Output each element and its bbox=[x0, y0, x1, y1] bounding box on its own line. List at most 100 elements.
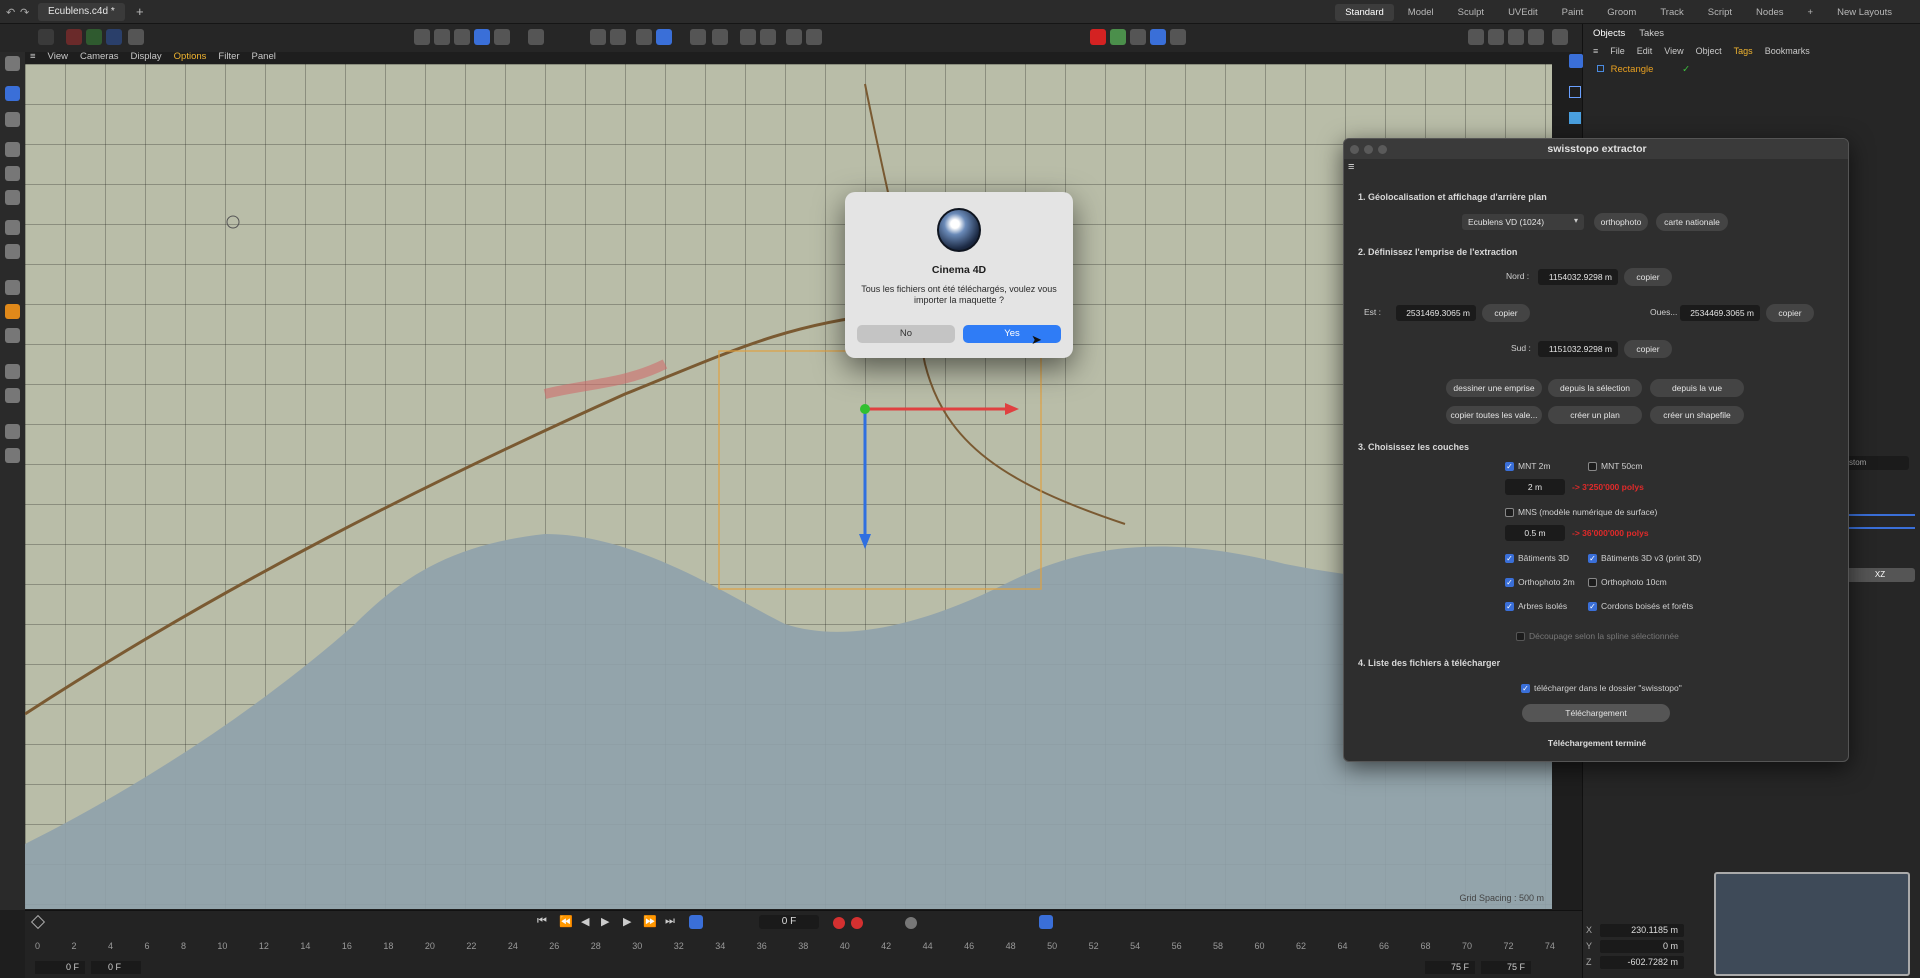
loop-icon[interactable] bbox=[689, 915, 703, 929]
preview-end-field[interactable]: 75 F bbox=[1425, 961, 1475, 974]
preview-start-field[interactable]: 0 F bbox=[91, 961, 141, 974]
axis-x-icon[interactable] bbox=[66, 29, 82, 45]
copier-ouest-button[interactable]: copier bbox=[1766, 304, 1814, 322]
measure-tool-icon[interactable] bbox=[5, 424, 20, 439]
coord-y-field[interactable]: 0 m bbox=[1600, 939, 1684, 953]
objects-menu-bookmarks[interactable]: Bookmarks bbox=[1765, 46, 1810, 56]
search-icon[interactable] bbox=[5, 56, 20, 71]
layout-tab-model[interactable]: Model bbox=[1398, 4, 1444, 21]
3d-viewport[interactable]: Grid Spacing : 500 m bbox=[25, 64, 1552, 909]
brush-tool-icon[interactable] bbox=[5, 388, 20, 403]
depuis-vue-button[interactable]: depuis la vue bbox=[1650, 379, 1744, 397]
render-region-icon[interactable] bbox=[690, 29, 706, 45]
symmetry-icon[interactable] bbox=[740, 29, 756, 45]
auto-keying-icon[interactable] bbox=[851, 917, 863, 929]
layout-tab-script[interactable]: Script bbox=[1698, 4, 1742, 21]
axis-mode-icon[interactable] bbox=[528, 29, 544, 45]
mnt-resolution-field[interactable]: 2 m bbox=[1505, 479, 1565, 495]
rotate-tool-icon[interactable] bbox=[5, 166, 20, 181]
objects-menu-edit[interactable]: Edit bbox=[1637, 46, 1653, 56]
magnet-tool-icon[interactable] bbox=[5, 448, 20, 463]
attribute-mode-select[interactable]: stom bbox=[1845, 456, 1909, 470]
render-view-icon[interactable] bbox=[712, 29, 728, 45]
sud-field[interactable]: 1151032.9298 m bbox=[1538, 341, 1618, 357]
grid-icon[interactable] bbox=[636, 29, 652, 45]
viewport-menu-filter[interactable]: Filter bbox=[218, 51, 239, 62]
render-settings-icon[interactable] bbox=[1468, 29, 1484, 45]
copier-est-button[interactable]: copier bbox=[1482, 304, 1530, 322]
swisstopo-plugin-icon[interactable] bbox=[1090, 29, 1106, 45]
square-view-icon[interactable] bbox=[1569, 86, 1581, 98]
mnt-50cm-checkbox[interactable]: MNT 50cm bbox=[1588, 461, 1642, 471]
cordons-boises-checkbox[interactable]: ✓ Cordons boisés et forêts bbox=[1588, 601, 1693, 611]
render-to-picture-viewer-icon[interactable] bbox=[1488, 29, 1504, 45]
creer-plan-button[interactable]: créer un plan bbox=[1548, 406, 1642, 424]
document-tab[interactable]: Ecublens.c4d * bbox=[38, 3, 125, 21]
viewport-menu-options[interactable]: Options bbox=[174, 51, 207, 62]
axis-y-icon[interactable] bbox=[86, 29, 102, 45]
nord-field[interactable]: 1154032.9298 m bbox=[1538, 269, 1618, 285]
orthophoto-2m-checkbox[interactable]: ✓ Orthophoto 2m bbox=[1505, 577, 1575, 587]
next-frame-icon[interactable]: ▶ bbox=[623, 915, 631, 928]
go-to-start-icon[interactable]: ⏮ bbox=[537, 915, 547, 928]
tab-objects[interactable]: Objects bbox=[1593, 28, 1625, 39]
copier-nord-button[interactable]: copier bbox=[1624, 268, 1672, 286]
undo-icon[interactable]: ↶ bbox=[6, 6, 15, 19]
window-zoom-icon[interactable] bbox=[1378, 145, 1387, 154]
axis-z-icon[interactable] bbox=[106, 29, 122, 45]
depuis-selection-button[interactable]: depuis la sélection bbox=[1548, 379, 1642, 397]
keyframe-selection-icon[interactable] bbox=[905, 917, 917, 929]
mns-checkbox[interactable]: MNS (modèle numérique de surface) bbox=[1505, 507, 1657, 517]
mns-resolution-field[interactable]: 0.5 m bbox=[1505, 525, 1565, 541]
add-layout-icon[interactable]: + bbox=[1798, 4, 1824, 21]
interactive-render-icon[interactable] bbox=[1528, 29, 1544, 45]
end-frame-field[interactable]: 75 F bbox=[1481, 961, 1531, 974]
new-tab-icon[interactable]: + bbox=[136, 4, 144, 19]
viewport-menu-view[interactable]: View bbox=[48, 51, 68, 62]
play-icon[interactable]: ▶ bbox=[601, 915, 609, 928]
go-to-end-icon[interactable]: ⏭ bbox=[665, 915, 675, 928]
location-select[interactable]: Ecublens VD (1024) bbox=[1462, 214, 1584, 230]
no-button[interactable]: No bbox=[857, 325, 955, 343]
tab-takes[interactable]: Takes bbox=[1639, 28, 1664, 39]
uv-mode-icon[interactable] bbox=[494, 29, 510, 45]
objects-menu-view[interactable]: View bbox=[1664, 46, 1683, 56]
dessiner-emprise-button[interactable]: dessiner une emprise bbox=[1446, 379, 1542, 397]
polygon-mode-icon[interactable] bbox=[474, 29, 490, 45]
render-queue-icon[interactable] bbox=[1508, 29, 1524, 45]
motion-record-icon[interactable] bbox=[1039, 915, 1053, 929]
sketch-tool-icon[interactable] bbox=[5, 304, 20, 319]
menu-icon[interactable] bbox=[38, 29, 54, 45]
window-minimize-icon[interactable] bbox=[1364, 145, 1373, 154]
ouest-field[interactable]: 2534469.3065 m bbox=[1680, 305, 1760, 321]
auto-key-icon[interactable] bbox=[806, 29, 822, 45]
lock-icon[interactable] bbox=[786, 29, 802, 45]
est-field[interactable]: 2531469.3065 m bbox=[1396, 305, 1476, 321]
viewport-menu-panel[interactable]: Panel bbox=[252, 51, 276, 62]
record-icon[interactable] bbox=[833, 917, 845, 929]
layout-tab-paint[interactable]: Paint bbox=[1552, 4, 1594, 21]
layout-tab-track[interactable]: Track bbox=[1650, 4, 1693, 21]
model-mode-icon[interactable] bbox=[414, 29, 430, 45]
plugin-icon-3[interactable] bbox=[1130, 29, 1146, 45]
object-mode-icon[interactable] bbox=[1569, 54, 1583, 68]
keyframe-diamond-icon[interactable] bbox=[30, 914, 46, 930]
edge-mode-icon[interactable] bbox=[454, 29, 470, 45]
window-close-icon[interactable] bbox=[1350, 145, 1359, 154]
orthophoto-button[interactable]: orthophoto bbox=[1594, 213, 1648, 231]
current-frame-field[interactable]: 0 F bbox=[759, 915, 819, 929]
viewport-menu-icon[interactable]: ≡ bbox=[30, 51, 36, 62]
point-mode-icon[interactable] bbox=[434, 29, 450, 45]
layout-tab-nodes[interactable]: Nodes bbox=[1746, 4, 1793, 21]
telechargement-button[interactable]: Téléchargement bbox=[1522, 704, 1670, 722]
transform-tool-icon[interactable] bbox=[5, 220, 20, 235]
live-selection-icon[interactable] bbox=[5, 112, 20, 127]
tweak-icon[interactable] bbox=[760, 29, 776, 45]
coordinate-system-icon[interactable] bbox=[128, 29, 144, 45]
plugin-icon-5[interactable] bbox=[1170, 29, 1186, 45]
arbres-isoles-checkbox[interactable]: ✓ Arbres isolés bbox=[1505, 601, 1567, 611]
copier-sud-button[interactable]: copier bbox=[1624, 340, 1672, 358]
coord-z-field[interactable]: -602.7282 m bbox=[1600, 955, 1684, 969]
yes-button[interactable]: Yes bbox=[963, 325, 1061, 343]
coord-x-field[interactable]: 230.1185 m bbox=[1600, 923, 1684, 937]
